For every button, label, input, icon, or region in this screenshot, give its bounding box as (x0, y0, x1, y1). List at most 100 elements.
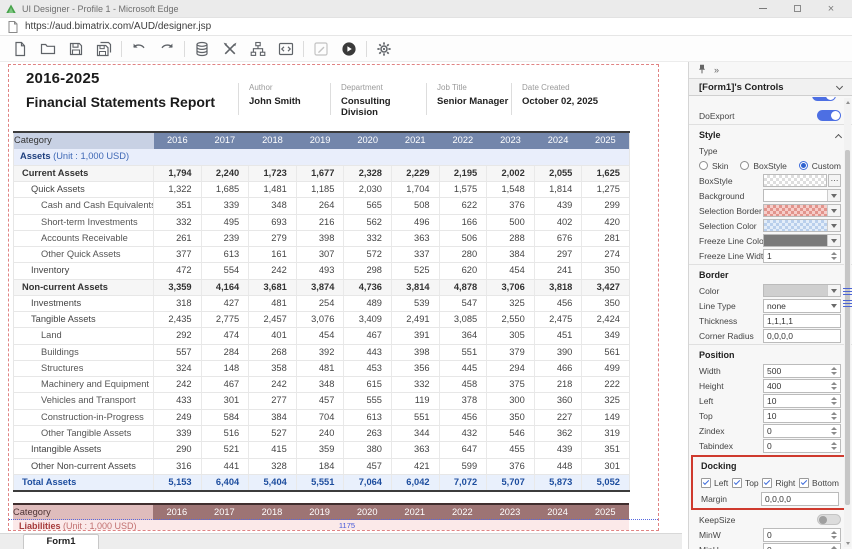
year-header-cell: 2019 (296, 132, 344, 149)
background-color-picker[interactable] (763, 189, 841, 202)
table-row: Quick Assets1,3221,6851,4811,1852,0301,7… (14, 182, 630, 198)
radio-label: Custom (812, 161, 841, 171)
freeze-line-color-picker[interactable] (763, 234, 841, 247)
tab-form1[interactable]: Form1 (23, 534, 99, 549)
docking-highlight-box: Docking LeftTopRightBottom Margin (691, 455, 851, 510)
radio-boxstyle[interactable]: BoxStyle (740, 161, 787, 171)
redo-icon[interactable] (153, 38, 181, 60)
assets-table[interactable]: Category 2016201720182019202020212022202… (13, 131, 630, 492)
width-spinner[interactable]: 500 (763, 364, 841, 378)
table-row: Accounts Receivable261239279398332363506… (14, 230, 630, 246)
designer-toolbar (0, 36, 852, 62)
undo-icon[interactable] (125, 38, 153, 60)
settings-icon[interactable] (370, 38, 398, 60)
value-cell: 318 (154, 295, 202, 311)
boxstyle-swatch[interactable] (763, 174, 827, 187)
scroll-up-icon[interactable] (844, 98, 851, 106)
scroll-down-icon[interactable] (844, 539, 851, 547)
clipped-toggle[interactable] (812, 97, 836, 101)
line-type-select[interactable]: none (763, 299, 841, 313)
radio-skin[interactable]: Skin (699, 161, 729, 171)
scrollbar-thumb[interactable] (845, 150, 850, 505)
year-header-cell: 2020 (344, 132, 392, 149)
panel-scrollbar[interactable] (844, 98, 851, 547)
corner-radius-input[interactable] (763, 329, 841, 343)
zindex-spinner[interactable]: 0 (763, 424, 841, 438)
boxstyle-more-button[interactable]: ⋯ (828, 174, 841, 187)
value-cell: 148 (201, 360, 249, 376)
value-cell: 5,052 (582, 474, 630, 490)
table-row: Other Tangible Assets3395165272402633444… (14, 426, 630, 442)
new-report-icon[interactable] (6, 38, 34, 60)
year-header-cell: 2021 (391, 132, 439, 149)
value-cell: 1,275 (582, 182, 630, 198)
dock-checkbox-top[interactable]: Top (732, 478, 759, 488)
value-cell: 351 (582, 442, 630, 458)
resize-grip[interactable] (843, 300, 852, 307)
table-row: Other Non-current Assets3164413281844574… (14, 458, 630, 474)
section-position[interactable]: Position (689, 344, 852, 363)
value-cell: 268 (249, 344, 297, 360)
dock-checkbox-right[interactable]: Right (762, 478, 795, 488)
value-cell: 622 (439, 198, 487, 214)
address-bar[interactable]: https://aud.bimatrix.com/AUD/designer.js… (0, 18, 852, 36)
radio-icon (799, 161, 808, 170)
radio-custom[interactable]: Custom (799, 161, 841, 171)
value-cell: 457 (296, 393, 344, 409)
border-color-picker[interactable] (763, 284, 841, 297)
pin-icon[interactable] (698, 61, 706, 79)
value-cell: 415 (249, 442, 297, 458)
value-cell: 481 (249, 295, 297, 311)
tabindex-spinner[interactable]: 0 (763, 439, 841, 453)
table-row: Total Assets5,1536,4045,4045,5517,0646,0… (14, 474, 630, 490)
minimize-button[interactable] (756, 3, 770, 15)
margin-input[interactable] (761, 492, 839, 506)
value-cell: 358 (249, 360, 297, 376)
page-icon (8, 21, 18, 33)
height-spinner[interactable]: 400 (763, 379, 841, 393)
row-top: Top 10 (689, 408, 852, 423)
dock-checkbox-left[interactable]: Left (701, 478, 728, 488)
value-cell: 546 (487, 426, 535, 442)
form-tab-bar: Form1 (0, 533, 682, 549)
dock-checkbox-bottom[interactable]: Bottom (799, 478, 839, 488)
keepsize-toggle[interactable] (817, 514, 841, 525)
maximize-button[interactable] (790, 3, 804, 15)
doexport-toggle[interactable] (817, 110, 841, 121)
collapse-panel-icon[interactable]: » (714, 65, 719, 75)
database-icon[interactable] (188, 38, 216, 60)
value-cell: 398 (296, 230, 344, 246)
code-view-icon[interactable] (272, 38, 300, 60)
value-cell: 4,878 (439, 279, 487, 295)
value-cell: 376 (487, 198, 535, 214)
thickness-input[interactable] (763, 314, 841, 328)
value-cell: 456 (439, 409, 487, 425)
selection-border-picker[interactable] (763, 204, 841, 217)
resize-grip[interactable] (843, 288, 852, 295)
top-spinner[interactable]: 10 (763, 409, 841, 423)
open-icon[interactable] (34, 38, 62, 60)
left-spinner[interactable]: 10 (763, 394, 841, 408)
value-cell: 2,775 (201, 312, 249, 328)
value-cell: 420 (582, 214, 630, 230)
run-icon[interactable] (335, 38, 363, 60)
minw-spinner[interactable]: 0 (763, 528, 841, 542)
value-cell: 1,548 (487, 182, 535, 198)
close-button[interactable]: × (824, 3, 838, 15)
value-cell: 2,435 (154, 312, 202, 328)
freeze-line-width-spinner[interactable]: 1 (763, 249, 841, 263)
value-cell: 3,814 (391, 279, 439, 295)
section-style[interactable]: Style (689, 124, 852, 143)
tools-icon[interactable] (216, 38, 244, 60)
panel-header[interactable]: [Form1]'s Controls (689, 78, 852, 96)
save-icon[interactable] (62, 38, 90, 60)
table-row: Structures324148358481453356445294466499 (14, 360, 630, 376)
value-cell: 339 (154, 426, 202, 442)
row-label: Buildings (14, 344, 154, 360)
selection-color-picker[interactable] (763, 219, 841, 232)
section-border[interactable]: Border (689, 264, 852, 283)
form-canvas[interactable]: 2016-2025 Financial Statements Report Au… (8, 64, 659, 531)
save-all-icon[interactable] (90, 38, 118, 60)
hierarchy-icon[interactable] (244, 38, 272, 60)
minh-spinner[interactable]: 0 (763, 543, 841, 549)
